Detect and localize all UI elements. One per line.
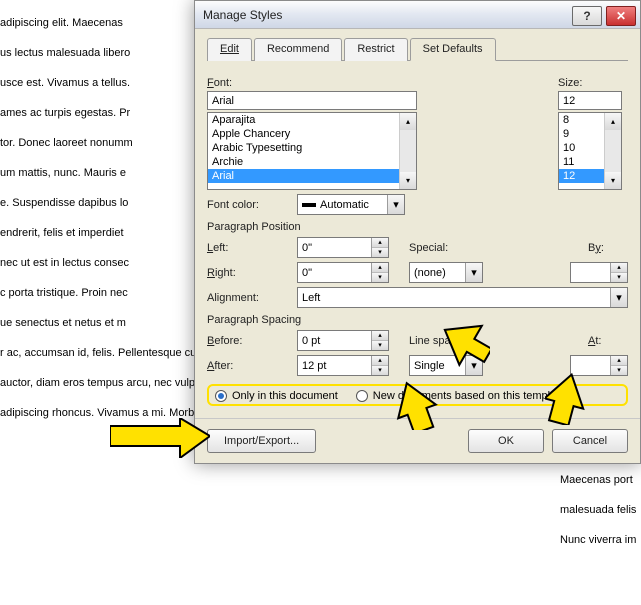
list-item[interactable]: Apple Chancery: [208, 127, 416, 141]
special-combo[interactable]: (none)▾: [409, 262, 483, 283]
special-label: Special:: [409, 242, 489, 254]
chevron-down-icon[interactable]: ▾: [465, 356, 482, 375]
right-label: Right:: [207, 267, 297, 279]
font-listbox[interactable]: Aparajita Apple Chancery Arabic Typesett…: [207, 112, 417, 190]
alignment-combo[interactable]: Left▾: [297, 287, 628, 308]
font-input[interactable]: [207, 91, 417, 110]
left-spin[interactable]: 0"▴▾: [297, 237, 389, 258]
paragraph-spacing-label: Paragraph Spacing: [207, 314, 628, 326]
tab-set-defaults[interactable]: Set Defaults: [410, 38, 496, 61]
size-listbox[interactable]: 8 9 10 11 12 ▴▾: [558, 112, 622, 190]
list-item[interactable]: Aparajita: [208, 113, 416, 127]
document-text-column2: Maecenas portmalesuada felisNunc viverra…: [560, 465, 636, 555]
by-label: By:: [588, 242, 628, 254]
line-spacing-label: Line spacing:: [409, 335, 489, 347]
line-spacing-combo[interactable]: Single▾: [409, 355, 483, 376]
font-color-label: Font color:: [207, 199, 297, 211]
at-label: At:: [588, 335, 628, 347]
tabs: Edit Recommend Restrict Set Defaults: [207, 37, 628, 61]
list-item[interactable]: Archie: [208, 155, 416, 169]
titlebar[interactable]: Manage Styles ? ✕: [195, 1, 640, 29]
at-spin[interactable]: ▴▾: [570, 355, 628, 376]
radio-icon: [356, 390, 368, 402]
chevron-down-icon[interactable]: ▾: [465, 263, 482, 282]
after-spin[interactable]: 12 pt▴▾: [297, 355, 389, 376]
before-spin[interactable]: 0 pt▴▾: [297, 330, 389, 351]
help-button[interactable]: ?: [572, 6, 602, 26]
right-spin[interactable]: 0"▴▾: [297, 262, 389, 283]
before-label: Before:: [207, 335, 297, 347]
alignment-label: Alignment:: [207, 292, 297, 304]
dialog-title: Manage Styles: [203, 8, 282, 22]
list-item[interactable]: Arial: [208, 169, 416, 183]
size-label: Size:: [558, 77, 628, 89]
tab-restrict[interactable]: Restrict: [344, 38, 407, 61]
by-spin[interactable]: ▴▾: [570, 262, 628, 283]
scope-radio-group: Only in this document New documents base…: [207, 384, 628, 406]
radio-new-documents[interactable]: New documents based on this template: [356, 390, 566, 402]
tab-recommend[interactable]: Recommend: [254, 38, 342, 61]
after-label: After:: [207, 360, 297, 372]
font-color-combo[interactable]: Automatic ▾: [297, 194, 405, 215]
manage-styles-dialog: Manage Styles ? ✕ Edit Recommend Restric…: [194, 0, 641, 464]
paragraph-position-label: Paragraph Position: [207, 221, 628, 233]
color-swatch-icon: [302, 203, 316, 207]
size-input[interactable]: [558, 91, 622, 110]
font-label: Font:: [207, 77, 558, 89]
tab-edit[interactable]: Edit: [207, 38, 252, 61]
radio-only-this-document[interactable]: Only in this document: [215, 390, 338, 402]
left-label: Left:: [207, 242, 297, 254]
chevron-down-icon[interactable]: ▾: [610, 288, 627, 307]
font-scrollbar[interactable]: ▴▾: [399, 113, 416, 189]
cancel-button[interactable]: Cancel: [552, 429, 628, 453]
import-export-button[interactable]: Import/Export...: [207, 429, 316, 453]
ok-button[interactable]: OK: [468, 429, 544, 453]
size-scrollbar[interactable]: ▴▾: [604, 113, 621, 189]
chevron-down-icon[interactable]: ▾: [387, 195, 404, 214]
list-item[interactable]: Arabic Typesetting: [208, 141, 416, 155]
radio-icon: [215, 390, 227, 402]
close-button[interactable]: ✕: [606, 6, 636, 26]
